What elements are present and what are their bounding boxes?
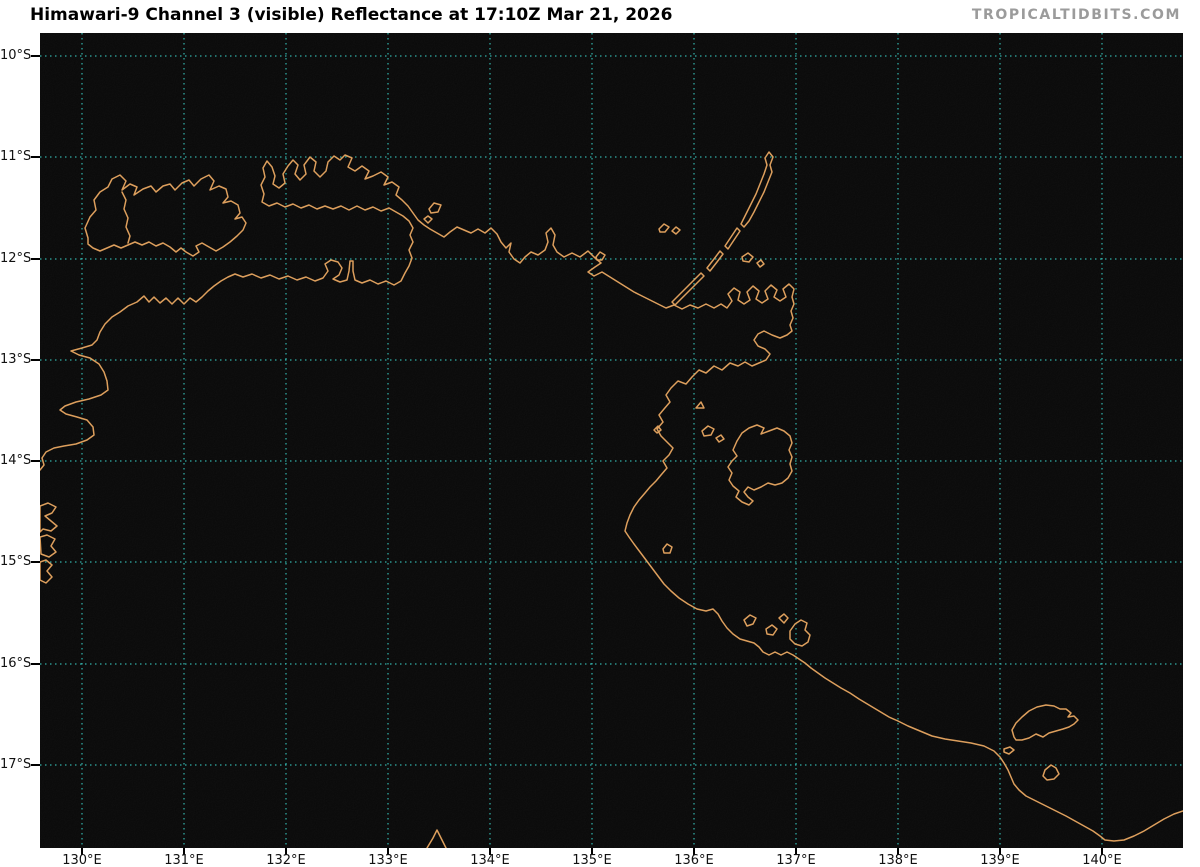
image-title: Himawari-9 Channel 3 (visible) Reflectan… xyxy=(30,5,673,25)
lat-label-11°S: 11°S xyxy=(0,149,27,165)
lon-tick-131°E xyxy=(183,848,185,855)
lat-tick-12°S xyxy=(31,258,40,260)
lon-tick-137°E xyxy=(795,848,797,855)
lon-tick-138°E xyxy=(897,848,899,855)
lat-tick-11°S xyxy=(31,156,40,158)
sensor-noise-overlay xyxy=(40,33,1183,848)
lon-label-132°E: 132°E xyxy=(251,853,321,867)
lat-label-15°S: 15°S xyxy=(0,554,27,570)
lon-tick-134°E xyxy=(489,848,491,855)
lat-label-16°S: 16°S xyxy=(0,656,27,672)
lon-label-139°E: 139°E xyxy=(965,853,1035,867)
lat-label-17°S: 17°S xyxy=(0,757,27,773)
lat-label-12°S: 12°S xyxy=(0,251,27,267)
lon-label-140°E: 140°E xyxy=(1067,853,1137,867)
lat-tick-14°S xyxy=(31,460,40,462)
lon-label-133°E: 133°E xyxy=(353,853,423,867)
lon-label-131°E: 131°E xyxy=(149,853,219,867)
lon-tick-139°E xyxy=(999,848,1001,855)
lat-tick-10°S xyxy=(31,55,40,57)
map-canvas xyxy=(40,33,1183,848)
tropicaltidbits-watermark: TROPICALTIDBITS.COM xyxy=(972,7,1181,23)
lon-tick-135°E xyxy=(591,848,593,855)
lon-tick-133°E xyxy=(387,848,389,855)
lon-label-130°E: 130°E xyxy=(47,853,117,867)
lon-tick-130°E xyxy=(81,848,83,855)
lon-label-135°E: 135°E xyxy=(557,853,627,867)
lat-tick-16°S xyxy=(31,663,40,665)
lon-label-137°E: 137°E xyxy=(761,853,831,867)
lat-label-10°S: 10°S xyxy=(0,48,27,64)
lon-tick-132°E xyxy=(285,848,287,855)
lat-tick-17°S xyxy=(31,764,40,766)
lon-label-136°E: 136°E xyxy=(659,853,729,867)
lon-tick-136°E xyxy=(693,848,695,855)
page-root: Himawari-9 Channel 3 (visible) Reflectan… xyxy=(0,0,1200,867)
lat-label-13°S: 13°S xyxy=(0,352,27,368)
lon-tick-140°E xyxy=(1101,848,1103,855)
lon-label-138°E: 138°E xyxy=(863,853,933,867)
satellite-image xyxy=(40,33,1183,848)
lon-label-134°E: 134°E xyxy=(455,853,525,867)
lat-tick-15°S xyxy=(31,561,40,563)
lat-tick-13°S xyxy=(31,359,40,361)
lat-label-14°S: 14°S xyxy=(0,453,27,469)
